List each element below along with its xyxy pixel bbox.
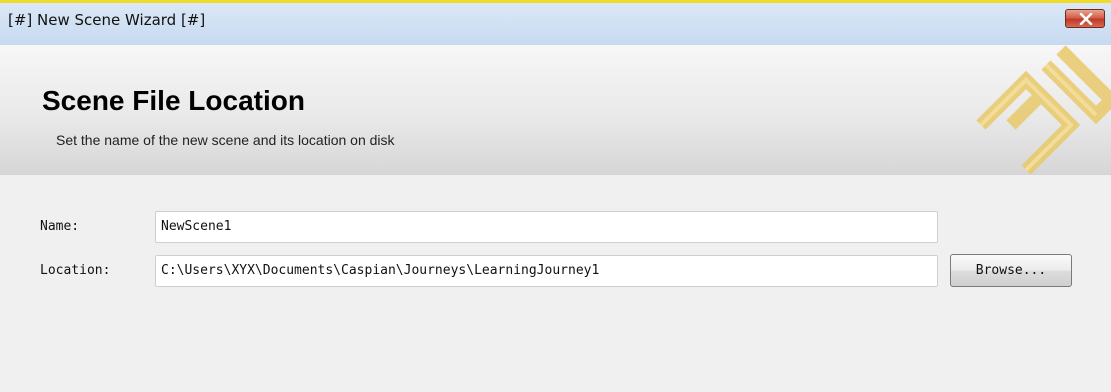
location-label: Location:: [40, 263, 111, 278]
page-title: Scene File Location: [42, 85, 305, 116]
caspian-logo-icon: [976, 45, 1111, 175]
page-subtitle: Set the name of the new scene and its lo…: [56, 132, 395, 148]
close-icon: [1079, 13, 1093, 25]
name-label: Name:: [40, 219, 80, 234]
close-button[interactable]: [1065, 9, 1105, 28]
location-input[interactable]: C:\Users\XYX\Documents\Caspian\Journeys\…: [155, 255, 938, 287]
name-input[interactable]: NewScene1: [155, 211, 938, 243]
wizard-header-banner: Scene File Location Set the name of the …: [0, 45, 1111, 175]
browse-button[interactable]: Browse...: [950, 254, 1072, 287]
window-title: [#] New Scene Wizard [#]: [8, 11, 206, 29]
new-scene-wizard-window: [#] New Scene Wizard [#] Scene File Loca…: [0, 0, 1111, 392]
title-bar[interactable]: [#] New Scene Wizard [#]: [0, 3, 1111, 45]
